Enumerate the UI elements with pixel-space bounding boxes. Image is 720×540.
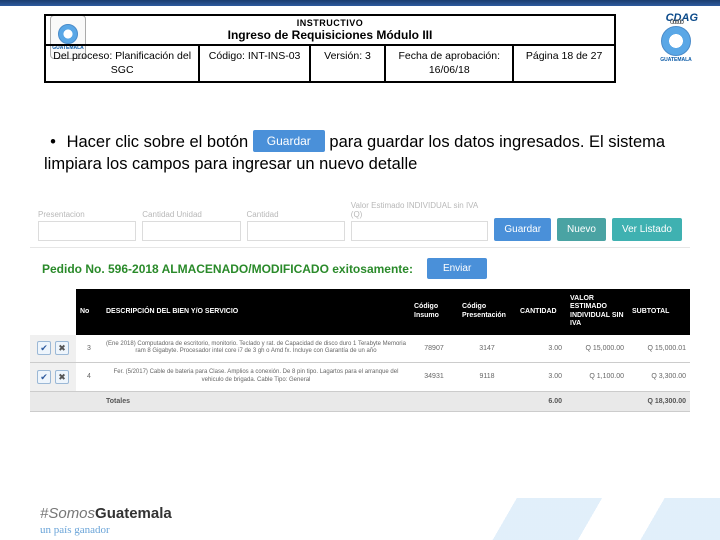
codigo-cell: Código: INT-INS-03 (200, 46, 310, 81)
label-cantidad-unidad: Cantidad Unidad (142, 210, 240, 219)
th-subtotal: SUBTOTAL (628, 289, 690, 335)
label-valor: Valor Estimado INDIVIDUAL sin IVA (Q) (351, 201, 489, 219)
input-valor[interactable] (351, 221, 489, 241)
guardar-chip-inline: Guardar (253, 130, 325, 152)
guardar-button[interactable]: Guardar (494, 218, 551, 241)
th-desc: DESCRIPCIÓN DEL BIEN Y/O SERVICIO (102, 289, 410, 335)
instructivo-label: INSTRUCTIVO (50, 18, 610, 28)
label-presentacion: Presentacion (38, 210, 136, 219)
input-presentacion[interactable] (38, 221, 136, 241)
input-cantidad-unidad[interactable] (142, 221, 240, 241)
app-screenshot: Presentacion Cantidad Unidad Cantidad Va… (30, 195, 690, 412)
check-icon[interactable]: ✔ (37, 370, 51, 384)
items-table: No DESCRIPCIÓN DEL BIEN Y/O SERVICIO Cód… (30, 289, 690, 412)
fecha-cell: Fecha de aprobación: 16/06/18 (386, 46, 514, 81)
ver-listado-button[interactable]: Ver Listado (612, 218, 682, 241)
input-cantidad[interactable] (247, 221, 345, 241)
table-row: ✔ ✖ 3 (Ene 2018) Computadora de escritor… (30, 335, 690, 363)
check-icon[interactable]: ✔ (37, 341, 51, 355)
footer-hashtag: #SomosGuatemala (40, 505, 172, 522)
brand-logo-right: ooooo GUATEMALA (650, 10, 702, 72)
label-cantidad: Cantidad (247, 210, 345, 219)
th-cant: CANTIDAD (516, 289, 566, 335)
doc-header: INSTRUCTIVO Ingreso de Requisiciones Mód… (44, 14, 616, 83)
entry-form: Presentacion Cantidad Unidad Cantidad Va… (30, 195, 690, 248)
delete-icon[interactable]: ✖ (55, 341, 69, 355)
th-valor: VALOR ESTIMADO INDIVIDUAL SIN IVA (566, 289, 628, 335)
proceso-cell: Del proceso: Planificación del SGC (46, 46, 200, 81)
th-no: No (76, 289, 102, 335)
pagina-cell: Página 18 de 27 (514, 46, 614, 81)
success-text: Pedido No. 596-2018 ALMACENADO/MODIFICAD… (42, 262, 413, 276)
instruction-bullet: • Hacer clic sobre el botón Guardar para… (44, 130, 680, 176)
th-insumo: Código Insumo (410, 289, 458, 335)
flag-decoration (460, 498, 720, 540)
nuevo-button[interactable]: Nuevo (557, 218, 606, 241)
th-present: Código Presentación (458, 289, 516, 335)
version-cell: Versión: 3 (311, 46, 386, 81)
doc-subtitle: Ingreso de Requisiciones Módulo III (50, 28, 610, 42)
table-row: ✔ ✖ 4 Fer. (5/2017) Cable de bateria par… (30, 363, 690, 392)
success-bar: Pedido No. 596-2018 ALMACENADO/MODIFICAD… (30, 248, 690, 289)
enviar-button[interactable]: Enviar (427, 258, 487, 279)
footer-slogan: un país ganador (40, 524, 110, 536)
th-select (30, 289, 76, 335)
totals-row: Totales 6.00 Q 18,300.00 (30, 391, 690, 411)
delete-icon[interactable]: ✖ (55, 370, 69, 384)
bullet-pre: Hacer clic sobre el botón (67, 133, 253, 151)
